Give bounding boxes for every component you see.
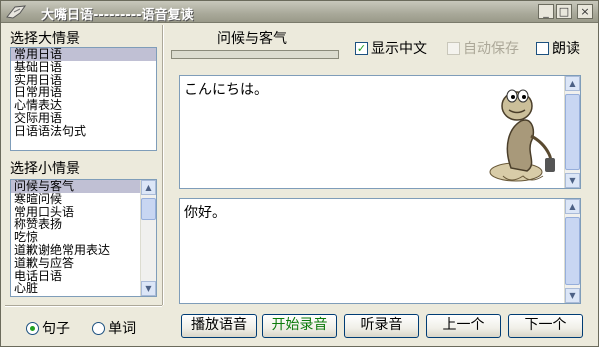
checkbox-disabled-icon: [447, 41, 460, 55]
scroll-thumb[interactable]: [565, 94, 580, 170]
big-scene-label: 选择大情景: [10, 31, 80, 47]
scroll-up-arrow-icon[interactable]: ▲: [565, 76, 580, 91]
scroll-up-arrow-icon[interactable]: ▲: [141, 180, 156, 195]
chinese-pane-scrollbar[interactable]: ▲ ▼: [564, 199, 580, 303]
small-scene-list[interactable]: 问候与客气 寒暄问候 常用口头语 称赞表扬 吃惊 道歉谢绝常用表达 道歉与应答 …: [10, 179, 157, 297]
start-recording-button[interactable]: 开始录音: [262, 314, 337, 338]
scroll-thumb[interactable]: [141, 198, 156, 220]
list-item[interactable]: 心脏: [11, 282, 156, 295]
play-audio-button[interactable]: 播放语音: [181, 314, 257, 338]
list-item[interactable]: 道歉与应答: [11, 256, 156, 270]
next-button[interactable]: 下一个: [508, 314, 583, 338]
sentence-mode-radio[interactable]: 句子: [26, 321, 74, 337]
window-title: 大嘴日语---------语音复读: [41, 8, 194, 23]
current-scene-title: 问候与客气: [217, 31, 287, 47]
read-aloud-label: 朗读: [552, 41, 580, 57]
chinese-text-pane[interactable]: 你好。 ▲ ▼: [179, 198, 581, 304]
playback-progress-bar: [171, 50, 339, 59]
list-item[interactable]: 常用日语: [11, 48, 156, 61]
japanese-text-pane[interactable]: こんにちは。 ▲ ▼: [179, 75, 581, 189]
word-mode-radio[interactable]: 单词: [92, 321, 137, 337]
list-item[interactable]: 日语语法句式: [11, 124, 156, 138]
close-button[interactable]: ×: [577, 4, 593, 19]
scroll-down-arrow-icon[interactable]: ▼: [565, 173, 580, 188]
panel-divider: [162, 25, 164, 305]
maximize-button[interactable]: □: [556, 4, 572, 19]
list-item[interactable]: 交际用语: [11, 112, 156, 125]
small-scene-label: 选择小情景: [10, 161, 80, 177]
app-logo-icon: [6, 5, 27, 19]
small-scene-scrollbar[interactable]: ▲ ▼: [140, 180, 156, 296]
word-mode-label: 单词: [108, 321, 137, 337]
list-item[interactable]: 问候与客气: [11, 180, 156, 193]
scroll-thumb[interactable]: [565, 217, 580, 285]
app-window: 大嘴日语---------语音复读 _ □ × 选择大情景 常用日语 基础日语 …: [0, 0, 599, 347]
scroll-up-arrow-icon[interactable]: ▲: [565, 199, 580, 214]
checkbox-unchecked-icon[interactable]: [536, 41, 549, 55]
list-item[interactable]: 基础日语: [11, 60, 156, 74]
read-aloud-option[interactable]: 朗读: [536, 38, 580, 58]
big-scene-list[interactable]: 常用日语 基础日语 实用日语 日常用语 心情表达 交际用语 日语语法句式: [10, 47, 157, 151]
japanese-text: こんにちは。: [184, 82, 268, 98]
title-bar[interactable]: 大嘴日语---------语音复读 _ □ ×: [1, 1, 598, 23]
auto-save-option: 自动保存: [447, 38, 519, 58]
scroll-down-arrow-icon[interactable]: ▼: [141, 281, 156, 296]
checkbox-checked-icon[interactable]: ✓: [355, 41, 368, 55]
list-item[interactable]: 道歉谢绝常用表达: [11, 244, 156, 257]
sentence-mode-label: 句子: [42, 321, 70, 337]
list-item[interactable]: 寒暄问候: [11, 192, 156, 206]
mascot-worm-icon: [489, 89, 555, 182]
left-panel-divider: [5, 305, 162, 307]
show-chinese-option[interactable]: ✓ 显示中文: [355, 38, 427, 58]
japanese-pane-scrollbar[interactable]: ▲ ▼: [564, 76, 580, 188]
chinese-text: 你好。: [184, 205, 226, 221]
scroll-down-arrow-icon[interactable]: ▼: [565, 288, 580, 303]
show-chinese-label: 显示中文: [371, 41, 427, 57]
listen-recording-button[interactable]: 听录音: [344, 314, 419, 338]
auto-save-label: 自动保存: [463, 41, 519, 57]
radio-selected-icon[interactable]: [26, 321, 39, 335]
radio-unselected-icon[interactable]: [92, 321, 106, 335]
minimize-button[interactable]: _: [538, 4, 554, 19]
mode-radio-group: 句子 单词: [26, 318, 136, 338]
previous-button[interactable]: 上一个: [426, 314, 501, 338]
